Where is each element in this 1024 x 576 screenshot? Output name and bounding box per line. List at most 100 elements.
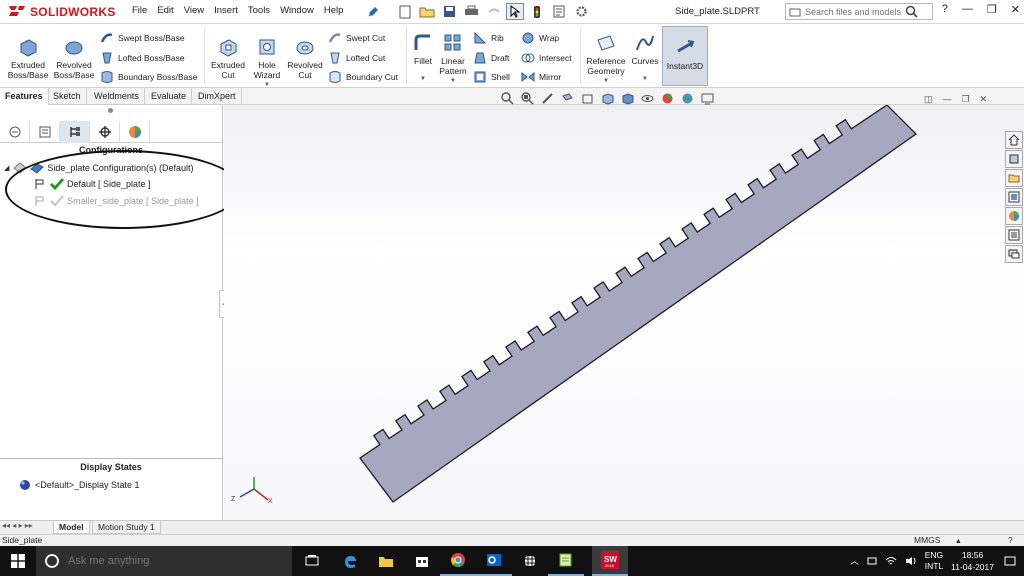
curves-button[interactable]: Curves ▼ xyxy=(630,32,660,84)
instant3d-button[interactable]: Instant3D xyxy=(662,26,708,86)
tab-sketch[interactable]: Sketch xyxy=(48,88,87,105)
dimxpert-manager-tab-icon[interactable] xyxy=(90,121,120,143)
boundary-boss-button[interactable]: Boundary Boss/Base xyxy=(100,70,197,84)
zoom-to-area-icon[interactable] xyxy=(520,92,535,105)
edge-browser-icon[interactable] xyxy=(332,546,368,576)
hide-show-icon[interactable] xyxy=(640,92,655,105)
menu-help[interactable]: Help xyxy=(324,5,344,16)
configurations-root[interactable]: ◢ Side_plate Configuration(s) (Default) xyxy=(4,162,193,174)
search-input[interactable] xyxy=(805,6,905,17)
linear-pattern-dropdown[interactable]: ▼ xyxy=(450,76,456,86)
appearances-icon[interactable] xyxy=(1005,207,1023,225)
restore-icon[interactable]: ❐ xyxy=(987,3,997,16)
fillet-button[interactable]: Fillet ▼ xyxy=(410,32,436,84)
rib-button[interactable]: Rib xyxy=(473,31,504,45)
intersect-button[interactable]: Intersect xyxy=(521,51,572,65)
viewport-close-icon[interactable]: ✕ xyxy=(980,94,988,105)
file-properties-icon[interactable] xyxy=(550,3,568,20)
cortana-search[interactable] xyxy=(36,546,292,576)
tab-evaluate[interactable]: Evaluate xyxy=(146,88,193,105)
windows-start-icon[interactable] xyxy=(0,546,36,576)
tab-motion-study[interactable]: Motion Study 1 xyxy=(92,521,161,534)
wrap-button[interactable]: Wrap xyxy=(521,31,559,45)
tab-model[interactable]: Model xyxy=(53,521,90,534)
design-library-icon[interactable] xyxy=(1005,150,1023,168)
outlook-icon[interactable] xyxy=(476,546,512,576)
mirror-button[interactable]: Mirror xyxy=(521,70,561,84)
file-explorer-taskbar-icon[interactable] xyxy=(368,546,404,576)
clock[interactable]: 18:56 11-04-2017 xyxy=(951,549,994,573)
display-manager-tab-icon[interactable] xyxy=(120,121,150,143)
apply-scene-icon[interactable] xyxy=(680,92,695,105)
previous-view-icon[interactable] xyxy=(540,92,555,105)
menu-window[interactable]: Window xyxy=(280,5,314,16)
pin-icon[interactable] xyxy=(366,4,380,18)
config-item-smaller[interactable]: Smaller_side_plate [ Side_plate ] xyxy=(34,195,199,207)
reference-geometry-dropdown[interactable]: ▼ xyxy=(603,76,609,86)
notifications-icon[interactable] xyxy=(1004,555,1016,567)
network-icon[interactable] xyxy=(885,556,897,566)
forum-icon[interactable] xyxy=(1005,245,1023,263)
swept-boss-button[interactable]: Swept Boss/Base xyxy=(100,31,185,45)
notepad-plus-icon[interactable] xyxy=(548,546,584,576)
menu-file[interactable]: File xyxy=(132,5,147,16)
cortana-input[interactable] xyxy=(68,555,268,567)
undo-icon[interactable] xyxy=(484,3,502,20)
tab-dimxpert[interactable]: DimXpert xyxy=(193,88,242,105)
open-icon[interactable] xyxy=(418,3,436,20)
panel-grip[interactable] xyxy=(108,108,113,113)
swept-cut-button[interactable]: Swept Cut xyxy=(328,31,385,45)
tab-features[interactable]: Features xyxy=(0,88,49,105)
side-plate-body[interactable] xyxy=(359,105,918,503)
display-state-item[interactable]: <Default>_Display State 1 xyxy=(19,479,140,491)
extruded-cut-button[interactable]: Extruded Cut xyxy=(208,36,248,80)
display-style-icon[interactable] xyxy=(620,92,635,105)
minimize-icon[interactable]: — xyxy=(962,3,973,16)
menu-insert[interactable]: Insert xyxy=(214,5,238,16)
slack-icon[interactable] xyxy=(512,546,548,576)
solidworks-logo[interactable]: SOLIDWORKS xyxy=(6,3,116,21)
graphics-area[interactable]: Z X xyxy=(224,105,1024,520)
menu-tools[interactable]: Tools xyxy=(248,5,270,16)
reference-geometry-button[interactable]: Reference Geometry ▼ xyxy=(584,32,628,86)
search-box[interactable] xyxy=(785,3,933,20)
task-view-icon[interactable] xyxy=(294,546,330,576)
collapse-arrow-icon[interactable]: ◢ xyxy=(4,164,9,172)
boundary-cut-button[interactable]: Boundary Cut xyxy=(328,70,398,84)
shell-button[interactable]: Shell xyxy=(473,70,510,84)
property-manager-tab-icon[interactable] xyxy=(30,121,60,143)
tab-scroll-arrows-icon[interactable]: ◂◂ ◂ ▸ ▸▸ xyxy=(2,521,33,530)
select-icon[interactable] xyxy=(506,3,524,20)
file-explorer-icon[interactable] xyxy=(1005,169,1023,187)
save-icon[interactable] xyxy=(440,3,458,20)
custom-properties-icon[interactable] xyxy=(1005,226,1023,244)
options-icon[interactable] xyxy=(572,3,590,20)
view-orientation-icon[interactable] xyxy=(600,92,615,105)
view-settings-icon[interactable] xyxy=(700,92,715,105)
hole-wizard-button[interactable]: Hole Wizard ▼ xyxy=(250,36,284,90)
view-palette-icon[interactable] xyxy=(1005,188,1023,206)
revolved-cut-button[interactable]: Revolved Cut xyxy=(285,36,325,80)
feature-manager-tab-icon[interactable] xyxy=(0,121,30,143)
edit-appearance-icon[interactable] xyxy=(660,92,675,105)
language-indicator[interactable]: ENG INTL xyxy=(925,550,943,572)
status-help-icon[interactable]: ? xyxy=(1008,535,1012,546)
section-view-icon[interactable] xyxy=(560,92,575,105)
volume-icon[interactable] xyxy=(905,556,917,566)
rebuild-icon[interactable] xyxy=(528,3,546,20)
draft-button[interactable]: Draft xyxy=(473,51,509,65)
search-icon[interactable] xyxy=(905,5,918,18)
tray-expand-icon[interactable]: ︿ xyxy=(850,555,859,567)
panel-divider[interactable] xyxy=(0,458,222,459)
print-icon[interactable] xyxy=(462,3,480,20)
zoom-to-fit-icon[interactable] xyxy=(500,92,515,105)
solidworks-resources-icon[interactable] xyxy=(1005,131,1023,149)
lofted-cut-button[interactable]: Lofted Cut xyxy=(328,51,385,65)
dynamic-annotation-icon[interactable] xyxy=(580,92,595,105)
menu-edit[interactable]: Edit xyxy=(157,5,173,16)
chrome-icon[interactable] xyxy=(440,546,476,576)
lofted-boss-button[interactable]: Lofted Boss/Base xyxy=(100,51,185,65)
store-icon[interactable] xyxy=(404,546,440,576)
tray-app-icon[interactable] xyxy=(867,556,877,566)
fillet-dropdown[interactable]: ▼ xyxy=(420,74,426,84)
